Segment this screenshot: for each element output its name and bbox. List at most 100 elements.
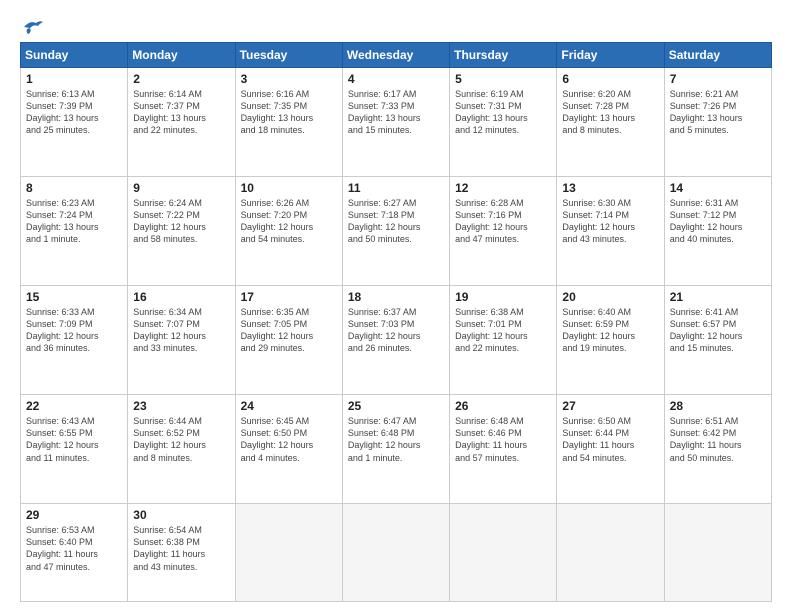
calendar-cell xyxy=(557,504,664,602)
day-number: 17 xyxy=(241,290,337,304)
calendar-header-row: SundayMondayTuesdayWednesdayThursdayFrid… xyxy=(21,43,772,68)
day-number: 20 xyxy=(562,290,658,304)
week-row-3: 15Sunrise: 6:33 AM Sunset: 7:09 PM Dayli… xyxy=(21,286,772,395)
day-number: 7 xyxy=(670,72,766,86)
day-info: Sunrise: 6:28 AM Sunset: 7:16 PM Dayligh… xyxy=(455,197,551,246)
week-row-4: 22Sunrise: 6:43 AM Sunset: 6:55 PM Dayli… xyxy=(21,395,772,504)
calendar-cell: 29 Sunrise: 6:53 AM Sunset: 6:40 PM Dayli… xyxy=(21,504,128,602)
day-number: 26 xyxy=(455,399,551,413)
calendar-cell: 24Sunrise: 6:45 AM Sunset: 6:50 PM Dayli… xyxy=(235,395,342,504)
day-info: Sunrise: 6:21 AM Sunset: 7:26 PM Dayligh… xyxy=(670,88,766,137)
day-info: Sunrise: 6:45 AM Sunset: 6:50 PM Dayligh… xyxy=(241,415,337,464)
day-info: Sunrise: 6:37 AM Sunset: 7:03 PM Dayligh… xyxy=(348,306,444,355)
page: SundayMondayTuesdayWednesdayThursdayFrid… xyxy=(0,0,792,612)
calendar-cell: 18 Sunrise: 6:37 AM Sunset: 7:03 PM Dayli… xyxy=(342,286,449,395)
day-number: 3 xyxy=(241,72,337,86)
calendar-header-wednesday: Wednesday xyxy=(342,43,449,68)
week-row-1: 1 Sunrise: 6:13 AM Sunset: 7:39 PM Daylig… xyxy=(21,68,772,177)
day-info: Sunrise: 6:50 AM Sunset: 6:44 PM Dayligh… xyxy=(562,415,658,464)
calendar-cell: 1 Sunrise: 6:13 AM Sunset: 7:39 PM Daylig… xyxy=(21,68,128,177)
calendar-header-sunday: Sunday xyxy=(21,43,128,68)
calendar-cell: 15Sunrise: 6:33 AM Sunset: 7:09 PM Dayli… xyxy=(21,286,128,395)
day-number: 13 xyxy=(562,181,658,195)
calendar-header-friday: Friday xyxy=(557,43,664,68)
calendar-header-saturday: Saturday xyxy=(664,43,771,68)
day-info: Sunrise: 6:19 AM Sunset: 7:31 PM Dayligh… xyxy=(455,88,551,137)
day-number: 14 xyxy=(670,181,766,195)
calendar-cell: 10 Sunrise: 6:26 AM Sunset: 7:20 PM Dayli… xyxy=(235,177,342,286)
day-number: 10 xyxy=(241,181,337,195)
calendar-cell xyxy=(664,504,771,602)
calendar-cell xyxy=(235,504,342,602)
week-row-2: 8 Sunrise: 6:23 AM Sunset: 7:24 PM Daylig… xyxy=(21,177,772,286)
day-number: 27 xyxy=(562,399,658,413)
calendar-cell: 5Sunrise: 6:19 AM Sunset: 7:31 PM Daylig… xyxy=(450,68,557,177)
day-info: Sunrise: 6:54 AM Sunset: 6:38 PM Dayligh… xyxy=(133,524,229,573)
calendar-cell: 6 Sunrise: 6:20 AM Sunset: 7:28 PM Daylig… xyxy=(557,68,664,177)
day-info: Sunrise: 6:31 AM Sunset: 7:12 PM Dayligh… xyxy=(670,197,766,246)
logo xyxy=(20,18,44,36)
day-info: Sunrise: 6:33 AM Sunset: 7:09 PM Dayligh… xyxy=(26,306,122,355)
day-number: 8 xyxy=(26,181,122,195)
calendar-header-thursday: Thursday xyxy=(450,43,557,68)
day-info: Sunrise: 6:24 AM Sunset: 7:22 PM Dayligh… xyxy=(133,197,229,246)
day-info: Sunrise: 6:16 AM Sunset: 7:35 PM Dayligh… xyxy=(241,88,337,137)
calendar-cell: 4 Sunrise: 6:17 AM Sunset: 7:33 PM Daylig… xyxy=(342,68,449,177)
calendar: SundayMondayTuesdayWednesdayThursdayFrid… xyxy=(20,42,772,602)
day-number: 6 xyxy=(562,72,658,86)
day-number: 16 xyxy=(133,290,229,304)
calendar-cell: 25 Sunrise: 6:47 AM Sunset: 6:48 PM Dayli… xyxy=(342,395,449,504)
day-info: Sunrise: 6:38 AM Sunset: 7:01 PM Dayligh… xyxy=(455,306,551,355)
day-info: Sunrise: 6:35 AM Sunset: 7:05 PM Dayligh… xyxy=(241,306,337,355)
calendar-cell: 27 Sunrise: 6:50 AM Sunset: 6:44 PM Dayli… xyxy=(557,395,664,504)
day-info: Sunrise: 6:47 AM Sunset: 6:48 PM Dayligh… xyxy=(348,415,444,464)
day-info: Sunrise: 6:53 AM Sunset: 6:40 PM Dayligh… xyxy=(26,524,122,573)
day-info: Sunrise: 6:20 AM Sunset: 7:28 PM Dayligh… xyxy=(562,88,658,137)
calendar-cell: 7 Sunrise: 6:21 AM Sunset: 7:26 PM Daylig… xyxy=(664,68,771,177)
calendar-cell xyxy=(450,504,557,602)
day-number: 4 xyxy=(348,72,444,86)
day-number: 30 xyxy=(133,508,229,522)
calendar-cell: 9Sunrise: 6:24 AM Sunset: 7:22 PM Daylig… xyxy=(128,177,235,286)
day-info: Sunrise: 6:13 AM Sunset: 7:39 PM Dayligh… xyxy=(26,88,122,137)
calendar-cell: 13Sunrise: 6:30 AM Sunset: 7:14 PM Dayli… xyxy=(557,177,664,286)
calendar-cell: 26Sunrise: 6:48 AM Sunset: 6:46 PM Dayli… xyxy=(450,395,557,504)
day-info: Sunrise: 6:17 AM Sunset: 7:33 PM Dayligh… xyxy=(348,88,444,137)
day-number: 29 xyxy=(26,508,122,522)
calendar-cell: 12 Sunrise: 6:28 AM Sunset: 7:16 PM Dayli… xyxy=(450,177,557,286)
calendar-cell: 8 Sunrise: 6:23 AM Sunset: 7:24 PM Daylig… xyxy=(21,177,128,286)
day-number: 1 xyxy=(26,72,122,86)
day-number: 11 xyxy=(348,181,444,195)
day-number: 23 xyxy=(133,399,229,413)
calendar-header-tuesday: Tuesday xyxy=(235,43,342,68)
logo-bird-icon xyxy=(22,18,44,36)
day-number: 2 xyxy=(133,72,229,86)
header xyxy=(20,18,772,36)
day-number: 12 xyxy=(455,181,551,195)
calendar-cell: 28Sunrise: 6:51 AM Sunset: 6:42 PM Dayli… xyxy=(664,395,771,504)
calendar-cell: 20 Sunrise: 6:40 AM Sunset: 6:59 PM Dayli… xyxy=(557,286,664,395)
day-info: Sunrise: 6:27 AM Sunset: 7:18 PM Dayligh… xyxy=(348,197,444,246)
day-info: Sunrise: 6:41 AM Sunset: 6:57 PM Dayligh… xyxy=(670,306,766,355)
calendar-cell: 17 Sunrise: 6:35 AM Sunset: 7:05 PM Dayli… xyxy=(235,286,342,395)
day-info: Sunrise: 6:26 AM Sunset: 7:20 PM Dayligh… xyxy=(241,197,337,246)
calendar-cell: 14 Sunrise: 6:31 AM Sunset: 7:12 PM Dayli… xyxy=(664,177,771,286)
day-info: Sunrise: 6:40 AM Sunset: 6:59 PM Dayligh… xyxy=(562,306,658,355)
week-row-5: 29 Sunrise: 6:53 AM Sunset: 6:40 PM Dayli… xyxy=(21,504,772,602)
calendar-cell: 21Sunrise: 6:41 AM Sunset: 6:57 PM Dayli… xyxy=(664,286,771,395)
calendar-cell: 11 Sunrise: 6:27 AM Sunset: 7:18 PM Dayli… xyxy=(342,177,449,286)
calendar-cell: 30 Sunrise: 6:54 AM Sunset: 6:38 PM Dayli… xyxy=(128,504,235,602)
day-number: 18 xyxy=(348,290,444,304)
calendar-cell: 16 Sunrise: 6:34 AM Sunset: 7:07 PM Dayli… xyxy=(128,286,235,395)
day-info: Sunrise: 6:14 AM Sunset: 7:37 PM Dayligh… xyxy=(133,88,229,137)
day-number: 22 xyxy=(26,399,122,413)
day-number: 19 xyxy=(455,290,551,304)
day-info: Sunrise: 6:34 AM Sunset: 7:07 PM Dayligh… xyxy=(133,306,229,355)
day-info: Sunrise: 6:51 AM Sunset: 6:42 PM Dayligh… xyxy=(670,415,766,464)
day-number: 25 xyxy=(348,399,444,413)
calendar-cell: 3 Sunrise: 6:16 AM Sunset: 7:35 PM Daylig… xyxy=(235,68,342,177)
day-info: Sunrise: 6:23 AM Sunset: 7:24 PM Dayligh… xyxy=(26,197,122,246)
calendar-cell xyxy=(342,504,449,602)
calendar-cell: 23 Sunrise: 6:44 AM Sunset: 6:52 PM Dayli… xyxy=(128,395,235,504)
day-info: Sunrise: 6:44 AM Sunset: 6:52 PM Dayligh… xyxy=(133,415,229,464)
